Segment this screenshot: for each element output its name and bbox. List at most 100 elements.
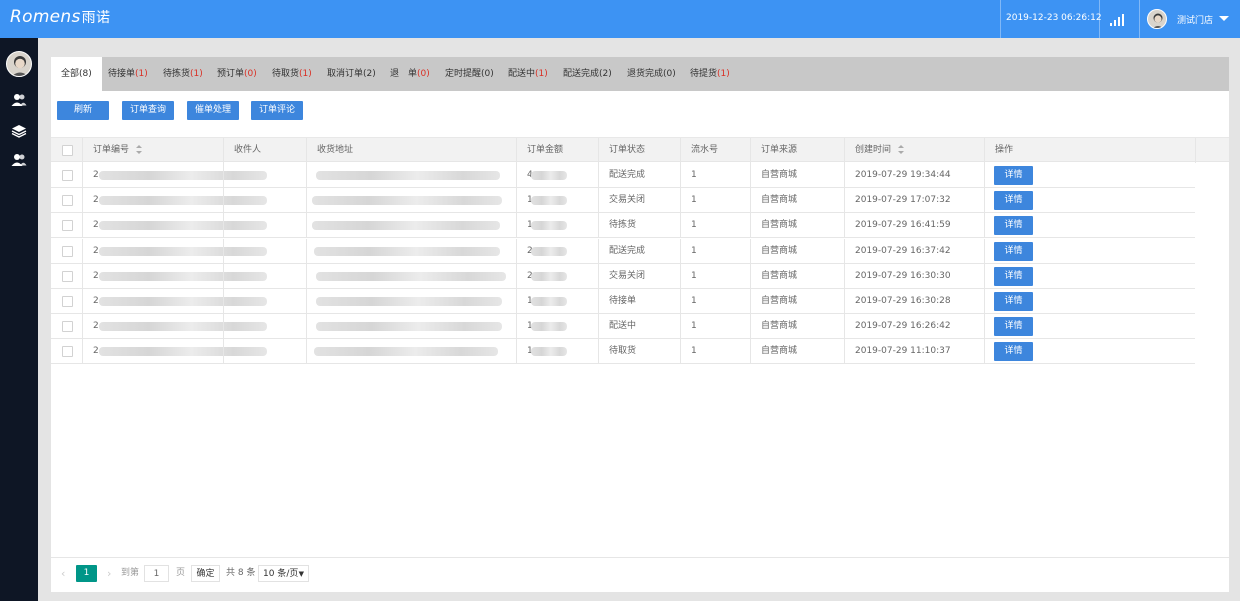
page-current[interactable]: 1 [76,565,97,582]
pagination: ‹ 1 › 到第 1 页 确定 共 8 条 10 条/页 ▼ [51,557,1229,589]
row-checkbox[interactable] [62,346,73,358]
action-cell: 详情 [984,339,1195,365]
tab-pending-collect[interactable]: 待提货(1) [690,57,730,91]
sort-icon[interactable] [136,145,143,154]
tab-pending-pickup[interactable]: 待取货(1) [272,57,312,91]
row-checkbox[interactable] [62,170,73,181]
redacted-address [316,322,502,332]
redacted-address [316,271,506,281]
order-review-button[interactable]: 订单评论 [251,101,303,120]
status-cell: 待拣货 [598,213,680,239]
source-cell: 自营商城 [750,289,844,314]
status-cell: 配送完成 [598,163,680,188]
serial-cell: 1 [680,263,750,289]
sort-icon[interactable] [898,145,905,154]
redacted-amount [531,297,567,306]
action-cell: 详情 [984,314,1195,340]
header-datetime: 2019-12-23 06:26:12 [1006,13,1102,23]
recipient-cell [223,289,306,314]
row-checkbox[interactable] [62,220,73,232]
col-order-no[interactable]: 订单编号 [82,138,223,163]
row-checkbox[interactable] [62,296,73,307]
detail-button[interactable]: 详情 [994,166,1033,185]
top-header: Romens雨诺 2019-12-23 06:26:12 测试门店 [0,0,1240,38]
col-serial: 流水号 [680,138,750,163]
orders-panel: 全部(8) 待接单(1) 待拣货(1) 预订单(0) 待取货(1) 取消订单(2… [51,57,1229,592]
row-checkbox[interactable] [62,245,73,257]
action-cell: 详情 [984,263,1195,289]
action-cell: 详情 [984,163,1195,188]
tab-all[interactable]: 全部(8) [51,57,102,91]
row-checkbox[interactable] [62,270,73,282]
user-group-icon[interactable] [11,153,27,167]
tab-cancelled[interactable]: 取消订单(2) [327,57,376,91]
user-avatar[interactable] [1147,9,1167,29]
detail-button[interactable]: 详情 [994,241,1033,261]
serial-cell: 1 [680,163,750,188]
recipient-cell [223,188,306,214]
source-cell: 自营商城 [750,163,844,188]
status-cell: 交易关闭 [598,188,680,214]
tab-refund[interactable]: 退 单(0) [390,57,430,91]
row-checkbox[interactable] [62,321,73,333]
app-logo[interactable]: Romens雨诺 [10,7,110,27]
detail-button[interactable]: 详情 [994,191,1033,211]
tab-scheduled-reminder[interactable]: 定时提醒(0) [445,57,494,91]
order-query-button[interactable]: 订单查询 [122,101,174,120]
source-cell: 自营商城 [750,263,844,289]
redacted-amount [531,171,567,180]
col-address: 收货地址 [306,138,516,163]
detail-button[interactable]: 详情 [994,317,1033,337]
tab-delivering[interactable]: 配送中(1) [508,57,548,91]
user-group-icon[interactable] [11,93,27,107]
table-row: 2 1 交易关闭 1 自营商城 2019-07-29 17:07:32 详情 [51,188,1195,214]
row-checkbox[interactable] [62,195,73,207]
goto-confirm-button[interactable]: 确定 [191,565,220,582]
recipient-cell [223,213,306,239]
chevron-down-icon[interactable] [1219,16,1229,21]
table-row: 2 4 配送完成 1 自营商城 2019-07-29 19:34:44 详情 [51,163,1195,188]
col-status: 订单状态 [598,138,680,163]
select-all-checkbox[interactable] [62,145,73,156]
status-cell: 配送完成 [598,238,680,264]
page-size-select[interactable]: 10 条/页 ▼ [258,565,309,582]
detail-button[interactable]: 详情 [994,266,1033,286]
goto-page-input[interactable]: 1 [144,565,169,582]
tab-delivered[interactable]: 配送完成(2) [563,57,612,91]
action-cell: 详情 [984,188,1195,214]
redacted-address [316,297,502,306]
status-cell: 交易关闭 [598,263,680,289]
detail-button[interactable]: 详情 [994,216,1033,236]
redacted-amount [531,246,567,256]
layers-icon[interactable] [11,124,27,138]
created-cell: 2019-07-29 11:10:37 [844,339,984,365]
username-label[interactable]: 测试门店 [1177,13,1213,26]
logo-text: Romens [10,7,81,27]
tab-return-done[interactable]: 退货完成(0) [627,57,676,91]
action-cell: 详情 [984,289,1195,314]
serial-cell: 1 [680,289,750,314]
order-tabs: 全部(8) 待接单(1) 待拣货(1) 预订单(0) 待取货(1) 取消订单(2… [51,57,1229,91]
detail-button[interactable]: 详情 [994,342,1033,362]
source-cell: 自营商城 [750,314,844,340]
sidebar-avatar[interactable] [6,51,32,77]
col-created[interactable]: 创建时间 [844,138,984,163]
serial-cell: 1 [680,238,750,264]
tab-preorder[interactable]: 预订单(0) [217,57,257,91]
urge-handle-button[interactable]: 催单处理 [187,101,239,120]
detail-button[interactable]: 详情 [994,292,1033,311]
logo-text-cn: 雨诺 [81,10,111,26]
goto-label: 到第 [121,568,140,578]
redacted-address [314,347,498,357]
refresh-button[interactable]: 刷新 [57,101,109,120]
left-sidebar [0,38,38,601]
table-row: 2 1 配送中 1 自营商城 2019-07-29 16:26:42 详情 [51,314,1195,340]
prev-page-icon[interactable]: ‹ [61,565,65,582]
signal-icon [1110,14,1126,26]
created-cell: 2019-07-29 16:30:30 [844,263,984,289]
redacted-address [316,171,500,180]
tab-pending-pick[interactable]: 待拣货(1) [163,57,203,91]
tab-pending-accept[interactable]: 待接单(1) [108,57,148,91]
page-label: 页 [176,568,186,578]
next-page-icon[interactable]: › [107,565,111,582]
